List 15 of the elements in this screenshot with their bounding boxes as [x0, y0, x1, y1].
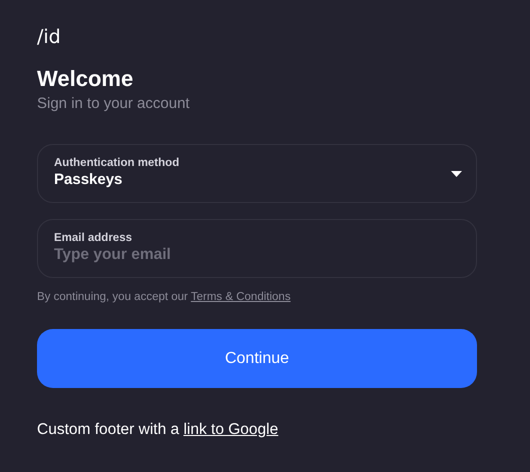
title: Welcome: [37, 66, 134, 92]
terms-text: By continuing, you accept our Terms & Conditions: [37, 290, 291, 304]
field-label: Email address: [54, 230, 132, 244]
email-input[interactable]: Type your email: [54, 244, 460, 264]
logo: /id: [37, 25, 61, 50]
subtitle: Sign in to your account: [37, 94, 190, 114]
footer-text: Custom footer with a link to Google: [37, 420, 278, 440]
selected-value: Passkeys: [54, 170, 122, 190]
terms-link[interactable]: Terms & Conditions: [190, 291, 291, 303]
caret-icon: [451, 170, 462, 176]
footer-link[interactable]: link to Google: [183, 421, 278, 438]
field-label: Authentication method: [54, 156, 180, 170]
auth-method-select[interactable]: Authentication method Passkeys: [37, 144, 477, 203]
continue-button[interactable]: Continue: [37, 329, 477, 388]
email-field[interactable]: Email address Type your email: [37, 219, 477, 278]
